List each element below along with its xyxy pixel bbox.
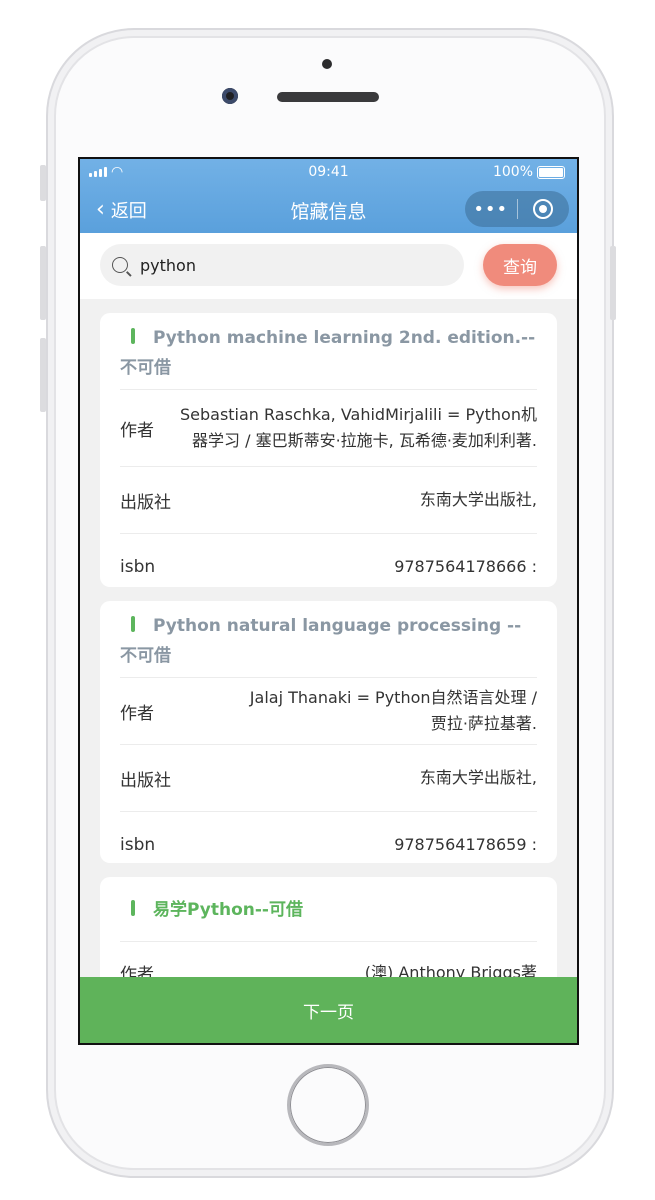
- title-marker: [131, 900, 135, 916]
- book-title: Python machine learning 2nd. edition.--不…: [120, 328, 536, 378]
- book-card[interactable]: 易学Python--可借 作者 (澳) Anthony Briggs著: [100, 877, 557, 977]
- navigation-bar: ‹ 返回 馆藏信息 •••: [80, 187, 577, 233]
- author-row: 作者 (澳) Anthony Briggs著: [120, 941, 537, 977]
- power-button: [610, 246, 616, 320]
- proximity-sensor: [322, 59, 332, 69]
- isbn-row: isbn 9787564178659 :: [120, 811, 537, 878]
- author-label: 作者: [120, 703, 154, 724]
- isbn-value: 9787564178666 :: [394, 557, 537, 576]
- author-label: 作者: [120, 420, 154, 441]
- author-row: 作者 Jalaj Thanaki = Python自然语言处理 / 贾拉·萨拉基…: [120, 677, 537, 744]
- book-title: Python natural language processing --不可借: [120, 616, 522, 666]
- isbn-label: isbn: [120, 557, 156, 577]
- search-input[interactable]: [138, 254, 442, 276]
- status-bar: ◠ 09:41 100%: [80, 159, 577, 187]
- next-page-button[interactable]: 下一页: [80, 977, 577, 1043]
- book-card[interactable]: Python machine learning 2nd. edition.--不…: [100, 313, 557, 587]
- home-button[interactable]: [287, 1064, 369, 1146]
- battery-icon: [537, 166, 565, 179]
- isbn-row: isbn 9787564178666 :: [120, 533, 537, 600]
- search-icon: [112, 257, 128, 273]
- publisher-row: 出版社 东南大学出版社,: [120, 466, 537, 533]
- volume-up-button: [40, 246, 46, 320]
- book-card[interactable]: Python natural language processing --不可借…: [100, 601, 557, 863]
- target-close-button[interactable]: [517, 199, 569, 219]
- publisher-row: 出版社 东南大学出版社,: [120, 744, 537, 811]
- mini-program-capsule: •••: [465, 191, 569, 227]
- isbn-label: isbn: [120, 835, 156, 855]
- isbn-value: 9787564178659 :: [394, 835, 537, 854]
- top-bar: ◠ 09:41 100% ‹ 返回 馆藏信息 •••: [80, 159, 577, 233]
- phone-screen: ◠ 09:41 100% ‹ 返回 馆藏信息 ••• 查询: [78, 157, 579, 1045]
- publisher-value: 东南大学出版社,: [419, 768, 537, 787]
- front-camera: [222, 88, 238, 104]
- publisher-value: 东南大学出版社,: [419, 490, 537, 509]
- battery-percent: 100%: [492, 164, 533, 180]
- search-box[interactable]: [100, 244, 464, 286]
- earpiece-speaker: [277, 92, 379, 102]
- silent-switch: [40, 165, 46, 201]
- author-value: Jalaj Thanaki = Python自然语言处理 / 贾拉·萨拉基著.: [249, 688, 537, 733]
- search-bar: 查询: [80, 233, 577, 299]
- book-title: 易学Python--可借: [100, 877, 557, 925]
- more-dots-icon[interactable]: •••: [465, 199, 517, 220]
- publisher-label: 出版社: [120, 770, 171, 791]
- author-label: 作者: [120, 965, 154, 977]
- author-value: Sebastian Raschka, VahidMirjalili = Pyth…: [179, 405, 537, 450]
- publisher-label: 出版社: [120, 492, 171, 513]
- target-icon: [533, 199, 554, 219]
- title-marker: [131, 328, 135, 344]
- author-value: (澳) Anthony Briggs著: [364, 963, 537, 977]
- author-row: 作者 Sebastian Raschka, VahidMirjalili = P…: [120, 389, 537, 466]
- query-button[interactable]: 查询: [483, 244, 557, 286]
- results-list: Python machine learning 2nd. edition.--不…: [80, 299, 577, 977]
- title-marker: [131, 616, 135, 632]
- volume-down-button: [40, 338, 46, 412]
